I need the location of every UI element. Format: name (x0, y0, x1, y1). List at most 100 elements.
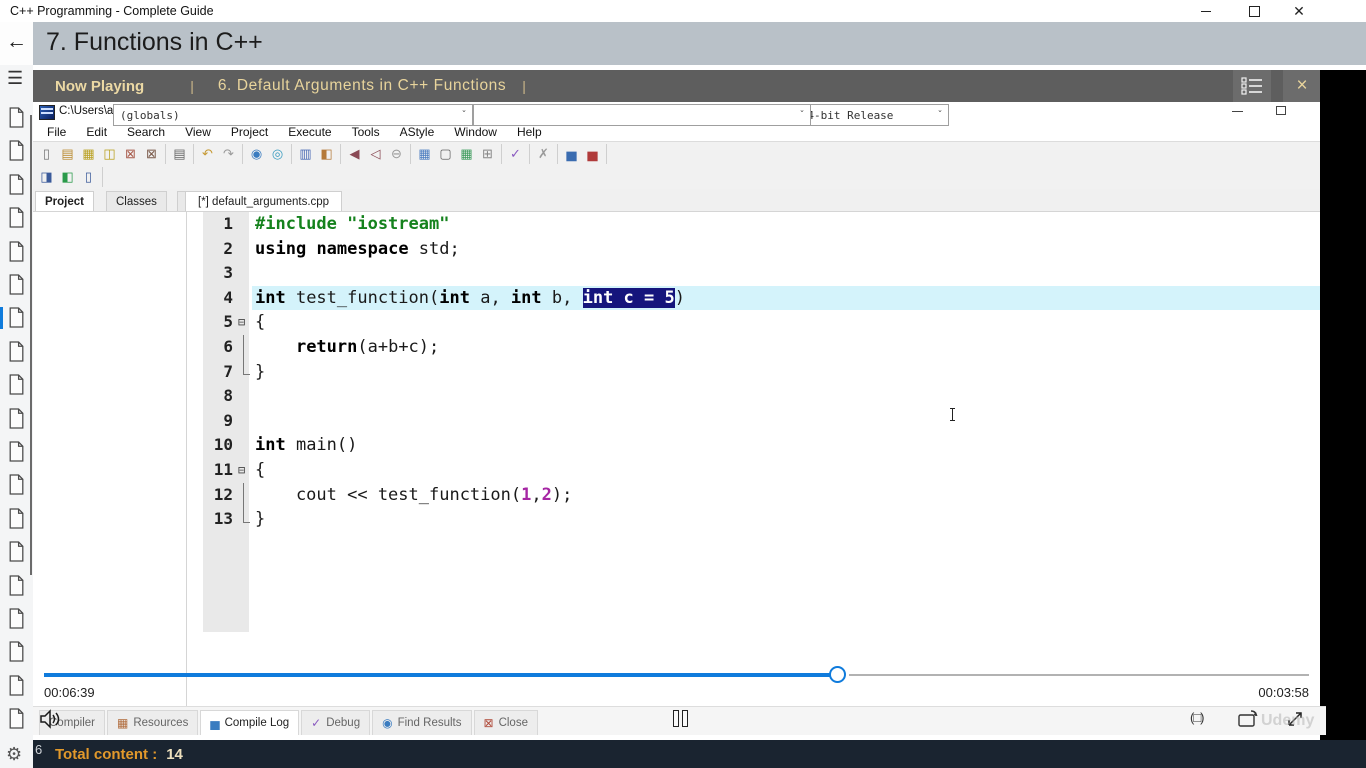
pip-button[interactable] (1238, 710, 1260, 733)
code-editor[interactable]: 1#include "iostream"2using namespace std… (186, 211, 1320, 707)
members-select[interactable]: ˇ (473, 104, 811, 126)
find-icon[interactable]: ◉ (246, 145, 267, 164)
goto-definition-icon[interactable]: ◧ (57, 168, 78, 187)
code-line[interactable]: 8 (186, 384, 1320, 409)
find-in-files-icon[interactable]: ◎ (267, 145, 288, 164)
back-icon[interactable]: ◀ (344, 145, 365, 164)
goto-icon[interactable]: ⊖ (386, 145, 407, 164)
menu-tools[interactable]: Tools (342, 125, 390, 139)
profile-icon[interactable]: ▅ (561, 145, 582, 164)
sidebar-item-lecture[interactable] (8, 107, 25, 128)
fit-screen-button[interactable]: (□) (1190, 710, 1204, 725)
replace-all-icon[interactable]: ◧ (316, 145, 337, 164)
output-tab-close[interactable]: ⊠Close (474, 710, 538, 735)
fold-marker[interactable] (236, 507, 252, 532)
sidebar-item-lecture[interactable] (8, 441, 25, 462)
output-tab-find-results[interactable]: ◉Find Results (372, 710, 471, 735)
code-line[interactable]: 1#include "iostream" (186, 212, 1320, 237)
code-line[interactable]: 11⊟{ (186, 458, 1320, 483)
menu-edit[interactable]: Edit (76, 125, 117, 139)
code-line[interactable]: 6 return(a+b+c); (186, 335, 1320, 360)
sidebar-item-lecture[interactable] (8, 341, 25, 362)
tab-classes[interactable]: Classes (106, 191, 167, 212)
back-arrow-icon[interactable]: ← (6, 30, 27, 54)
code-line[interactable]: 10int main() (186, 433, 1320, 458)
progress-handle[interactable] (829, 666, 846, 683)
abort-icon[interactable]: ✗ (533, 145, 554, 164)
globals-select[interactable]: (globals) ˇ (113, 104, 473, 126)
save-icon[interactable]: ▦ (78, 145, 99, 164)
menu-file[interactable]: File (37, 125, 76, 139)
editor-tab[interactable]: [*] default_arguments.cpp (185, 191, 342, 212)
output-tab-resources[interactable]: ▦Resources (107, 710, 198, 735)
sidebar-item-lecture[interactable] (8, 541, 25, 562)
fold-marker[interactable] (236, 360, 252, 385)
code-line[interactable]: 3 (186, 261, 1320, 286)
player-close-button[interactable]: × (1283, 70, 1321, 102)
fold-marker[interactable] (236, 335, 252, 360)
video-frame[interactable]: C:\Users\admin\Desktop\Udemy C++ Code\de… (33, 102, 1320, 740)
devcpp-restore-icon[interactable] (1276, 106, 1286, 115)
redo-icon[interactable]: ↷ (218, 145, 239, 164)
volume-button[interactable] (38, 708, 62, 735)
sidebar-item-lecture[interactable] (8, 307, 25, 328)
sidebar-item-lecture[interactable] (8, 474, 25, 495)
sidebar-item-lecture[interactable] (8, 140, 25, 161)
output-tab-debug[interactable]: ✓Debug (301, 710, 370, 735)
code-line[interactable]: 13} (186, 507, 1320, 532)
settings-gear-icon[interactable]: ⚙ (6, 744, 22, 765)
sidebar-item-lecture[interactable] (8, 675, 25, 696)
code-line[interactable]: 7} (186, 360, 1320, 385)
compile-icon[interactable]: ▦ (414, 145, 435, 164)
run-icon[interactable]: ▢ (435, 145, 456, 164)
close-file-icon[interactable]: ⊠ (120, 145, 141, 164)
menu-view[interactable]: View (175, 125, 221, 139)
code-line[interactable]: 2using namespace std; (186, 237, 1320, 262)
sidebar-item-lecture[interactable] (8, 274, 25, 295)
fold-collapse-icon[interactable]: ⊟ (238, 316, 245, 328)
menu-window[interactable]: Window (444, 125, 507, 139)
code-line[interactable]: 5⊟{ (186, 310, 1320, 335)
sidebar-item-lecture[interactable] (8, 508, 25, 529)
goto-declaration-icon[interactable]: ◨ (36, 168, 57, 187)
sidebar-item-lecture[interactable] (8, 608, 25, 629)
window-minimize-button[interactable] (1183, 0, 1229, 22)
sidebar-item-lecture[interactable] (8, 641, 25, 662)
code-line[interactable]: 4int test_function(int a, int b, int c =… (186, 286, 1320, 311)
forward-icon[interactable]: ◁ (365, 145, 386, 164)
window-close-button[interactable]: ✕ (1276, 0, 1322, 22)
fold-marker[interactable]: ⊟ (236, 458, 252, 483)
code-line[interactable]: 9 (186, 409, 1320, 434)
menu-execute[interactable]: Execute (278, 125, 341, 139)
syntax-check-icon[interactable]: ✓ (505, 145, 526, 164)
menu-astyle[interactable]: AStyle (390, 125, 445, 139)
menu-project[interactable]: Project (221, 125, 278, 139)
sidebar-item-lecture[interactable] (8, 408, 25, 429)
tab-project[interactable]: Project (35, 191, 94, 212)
close-all-icon[interactable]: ⊠ (141, 145, 162, 164)
sidebar-scrollbar[interactable] (30, 115, 32, 575)
replace-icon[interactable]: ▥ (295, 145, 316, 164)
fold-marker[interactable]: ⊟ (236, 310, 252, 335)
fold-collapse-icon[interactable]: ⊟ (238, 464, 245, 476)
output-tab-compile-log[interactable]: ▅Compile Log (200, 710, 299, 735)
code-line[interactable]: 12 cout << test_function(1,2); (186, 483, 1320, 508)
undo-icon[interactable]: ↶ (197, 145, 218, 164)
video-progress-bar[interactable] (44, 673, 1309, 677)
profile-delete-icon[interactable]: ▅ (582, 145, 603, 164)
toggle-bookmark-icon[interactable]: ▯ (78, 168, 99, 187)
new-file-icon[interactable]: ▯ (36, 145, 57, 164)
sidebar-item-lecture[interactable] (8, 174, 25, 195)
print-icon[interactable]: ▤ (169, 145, 190, 164)
pause-button[interactable] (673, 710, 688, 727)
sidebar-item-lecture[interactable] (8, 241, 25, 262)
open-file-icon[interactable]: ▤ (57, 145, 78, 164)
rebuild-icon[interactable]: ⊞ (477, 145, 498, 164)
sidebar-item-lecture[interactable] (8, 374, 25, 395)
playlist-button[interactable] (1233, 70, 1271, 102)
window-maximize-button[interactable] (1231, 0, 1277, 22)
save-all-icon[interactable]: ◫ (99, 145, 120, 164)
menu-search[interactable]: Search (117, 125, 175, 139)
sidebar-item-lecture[interactable] (8, 575, 25, 596)
fold-marker[interactable] (236, 483, 252, 508)
